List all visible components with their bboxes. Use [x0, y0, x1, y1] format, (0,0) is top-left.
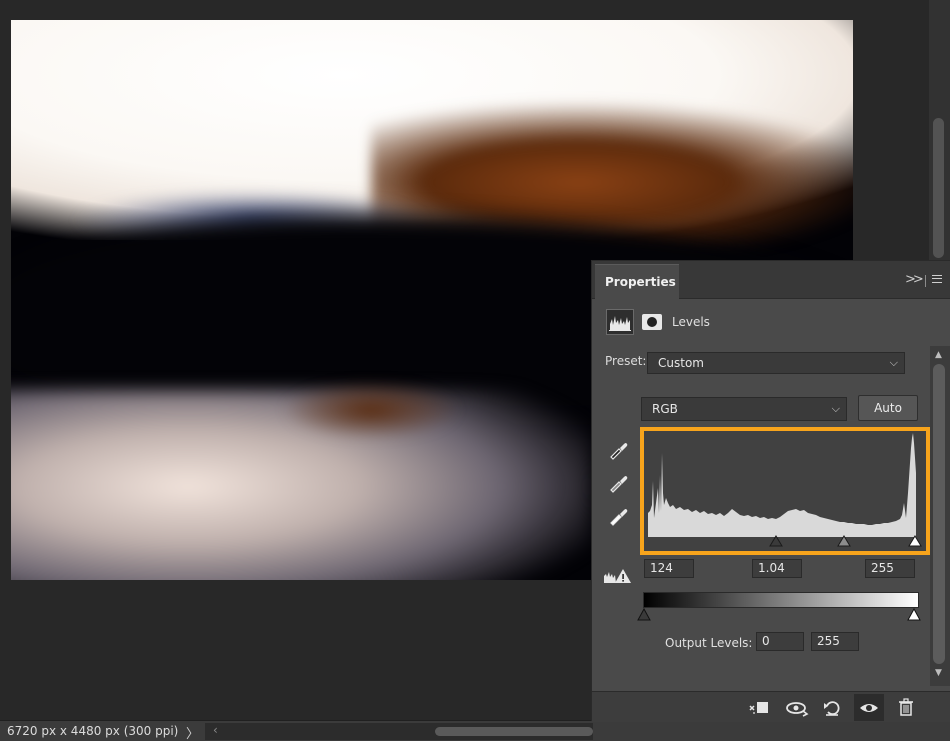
panel-bottom-toolbar [592, 691, 950, 722]
output-levels-gradient [643, 592, 919, 608]
input-gamma-slider-left[interactable] [768, 534, 784, 548]
scroll-left-arrow[interactable]: ‹ [213, 723, 218, 737]
channel-value: RGB [652, 402, 678, 416]
document-vertical-scrollbar[interactable] [929, 0, 950, 262]
tab-properties[interactable]: Properties [595, 264, 679, 300]
output-white-slider[interactable] [907, 608, 921, 622]
clip-to-layer-icon[interactable] [744, 694, 774, 721]
chevron-down-icon: ⌵ [889, 356, 898, 369]
tab-properties-label: Properties [605, 275, 676, 289]
scroll-up-arrow[interactable]: ▲ [935, 350, 942, 360]
chevron-down-icon: ⌵ [831, 402, 840, 415]
histogram-highlight [640, 427, 930, 555]
white-point-eyedropper-icon[interactable] [607, 505, 629, 527]
collapse-panel-icon[interactable]: >> [905, 272, 924, 287]
horizontal-scroll-thumb[interactable] [435, 727, 593, 736]
trash-icon[interactable] [891, 694, 921, 721]
status-bar: 6720 px x 4480 px (300 ppi) 〉 ‹ [0, 720, 950, 741]
input-gamma-level[interactable]: 1.04 [752, 559, 802, 578]
black-point-eyedropper-icon[interactable] [607, 439, 629, 461]
properties-panel: Properties >> Levels Preset: Custom ⌵ RG… [591, 260, 950, 722]
panel-scroll-thumb[interactable] [933, 364, 945, 664]
auto-button[interactable]: Auto [858, 395, 918, 421]
panel-tab-bar: Properties >> [592, 261, 950, 300]
output-black-slider[interactable] [637, 608, 651, 622]
scroll-down-arrow[interactable]: ▼ [935, 668, 942, 678]
image-rock-edge [281, 380, 461, 440]
document-size-info[interactable]: 6720 px x 4480 px (300 ppi) [7, 724, 178, 738]
document-horizontal-scrollbar[interactable]: ‹ [205, 723, 593, 740]
input-black-level[interactable]: 124 [644, 559, 694, 578]
document-scroll-thumb[interactable] [933, 118, 944, 258]
input-white-level[interactable]: 255 [865, 559, 915, 578]
output-levels-label: Output Levels: [665, 636, 753, 650]
preset-value: Custom [658, 356, 704, 370]
clipping-warning-icon[interactable] [603, 567, 633, 585]
view-previous-state-icon[interactable] [782, 694, 812, 721]
output-white-level[interactable]: 255 [811, 632, 859, 651]
reset-icon[interactable] [817, 694, 847, 721]
mask-hole [647, 317, 657, 327]
adjustment-title: Levels [672, 315, 710, 329]
output-black-level[interactable]: 0 [756, 632, 804, 651]
panel-scrollbar[interactable]: ▲ ▼ [930, 346, 950, 686]
layer-mask-icon[interactable] [640, 311, 664, 333]
tabbar-divider [925, 275, 926, 287]
input-gamma-slider[interactable] [836, 534, 852, 548]
channel-dropdown[interactable]: RGB ⌵ [641, 397, 847, 421]
levels-adjustment-icon[interactable] [606, 309, 634, 335]
panel-menu-icon[interactable] [932, 275, 942, 283]
preset-dropdown[interactable]: Custom ⌵ [647, 352, 905, 374]
preset-label: Preset: [605, 354, 647, 368]
gray-point-eyedropper-icon[interactable] [607, 472, 629, 494]
visibility-eye-icon[interactable] [854, 694, 884, 721]
histogram-chart[interactable] [648, 433, 924, 553]
input-white-slider[interactable] [907, 534, 923, 548]
status-menu-arrow[interactable]: 〉 [186, 723, 199, 741]
